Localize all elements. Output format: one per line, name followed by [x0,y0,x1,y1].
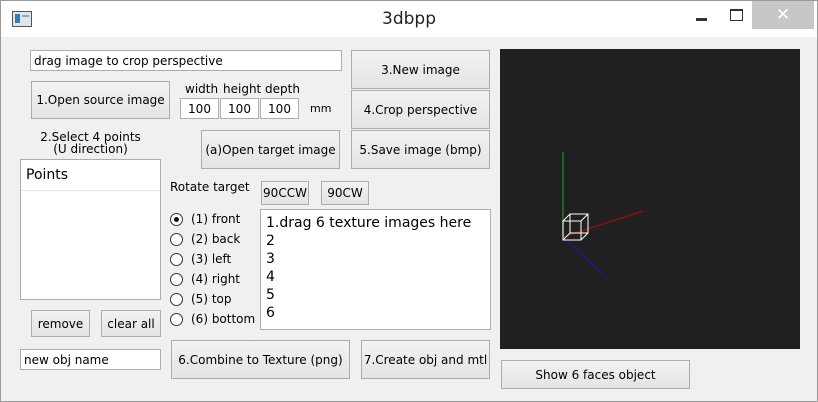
face-radio-top[interactable]: (5) top [170,290,231,308]
remove-button[interactable]: remove [31,310,90,337]
face-radio-label: (2) back [191,232,241,246]
texture-list-item[interactable]: 4 [266,268,490,286]
radio-indicator[interactable] [170,252,183,266]
minimize-button[interactable] [681,1,721,29]
show-faces-button[interactable]: Show 6 faces object [501,360,690,389]
new-image-button[interactable]: 3.New image [351,50,490,89]
points-list[interactable]: Points [20,159,161,300]
title-bar[interactable]: 3dbpp ✕ [1,1,817,37]
hint-field[interactable]: drag image to crop perspective [30,50,342,71]
face-radio-label: (5) top [191,292,232,306]
combine-texture-button[interactable]: 6.Combine to Texture (png) [171,340,350,379]
crop-perspective-button[interactable]: 4.Crop perspective [351,90,490,129]
open-source-image-button[interactable]: 1.Open source image [31,81,170,119]
depth-label: depth [265,82,300,96]
height-label: height [223,82,262,96]
width-label: width [185,82,219,96]
radio-indicator[interactable] [170,232,183,246]
3d-viewport[interactable] [500,49,800,349]
texture-list-item[interactable]: 3 [266,250,490,268]
clear-all-button[interactable]: clear all [101,310,161,337]
maximize-icon [729,9,743,21]
face-radio-back[interactable]: (2) back [170,230,240,248]
texture-list-item[interactable]: 1.drag 6 texture images here [266,214,490,232]
width-input[interactable]: 100 [180,98,219,119]
close-button[interactable]: ✕ [752,1,814,29]
rotate-target-label: Rotate target [170,180,250,194]
height-input[interactable]: 100 [220,98,259,119]
3d-viewport-scene [562,152,644,279]
cube-wireframe [562,213,589,241]
maximize-button[interactable] [721,1,751,29]
z-axis [562,236,608,279]
app-window: 3dbpp ✕ drag image to crop perspective 1… [0,0,818,402]
radio-indicator[interactable] [170,312,183,326]
obj-name-input[interactable]: new obj name [20,349,161,370]
texture-list-item[interactable]: 6 [266,304,490,322]
texture-drop-list[interactable]: 1.drag 6 texture images here 2 3 4 5 6 [260,209,491,330]
close-icon: ✕ [775,5,791,25]
face-radio-label: (3) left [191,252,232,266]
save-image-button[interactable]: 5.Save image (bmp) [351,130,490,169]
radio-indicator[interactable] [170,212,183,226]
u-direction-instruction: (U direction) [53,142,128,156]
face-radio-bottom[interactable]: (6) bottom [170,310,255,328]
rotate-ccw-button[interactable]: 90CCW [261,181,309,205]
face-radio-label: (6) bottom [191,312,256,326]
face-radio-right[interactable]: (4) right [170,270,240,288]
texture-list-item[interactable]: 2 [266,232,490,250]
face-radio-front[interactable]: (1) front [170,210,240,228]
unit-label: mm [310,102,332,115]
radio-indicator[interactable] [170,272,183,286]
open-target-image-button[interactable]: (a)Open target image [201,130,340,169]
minimize-icon [695,17,707,21]
rotate-cw-button[interactable]: 90CW [321,181,369,205]
texture-list-item[interactable]: 5 [266,286,490,304]
depth-input[interactable]: 100 [260,98,299,119]
radio-indicator[interactable] [170,292,183,306]
face-radio-label: (1) front [191,212,241,226]
points-column-header[interactable]: Points [21,160,160,191]
create-obj-mtl-button[interactable]: 7.Create obj and mtl [361,340,490,379]
face-radio-left[interactable]: (3) left [170,250,231,268]
face-radio-label: (4) right [191,272,241,286]
